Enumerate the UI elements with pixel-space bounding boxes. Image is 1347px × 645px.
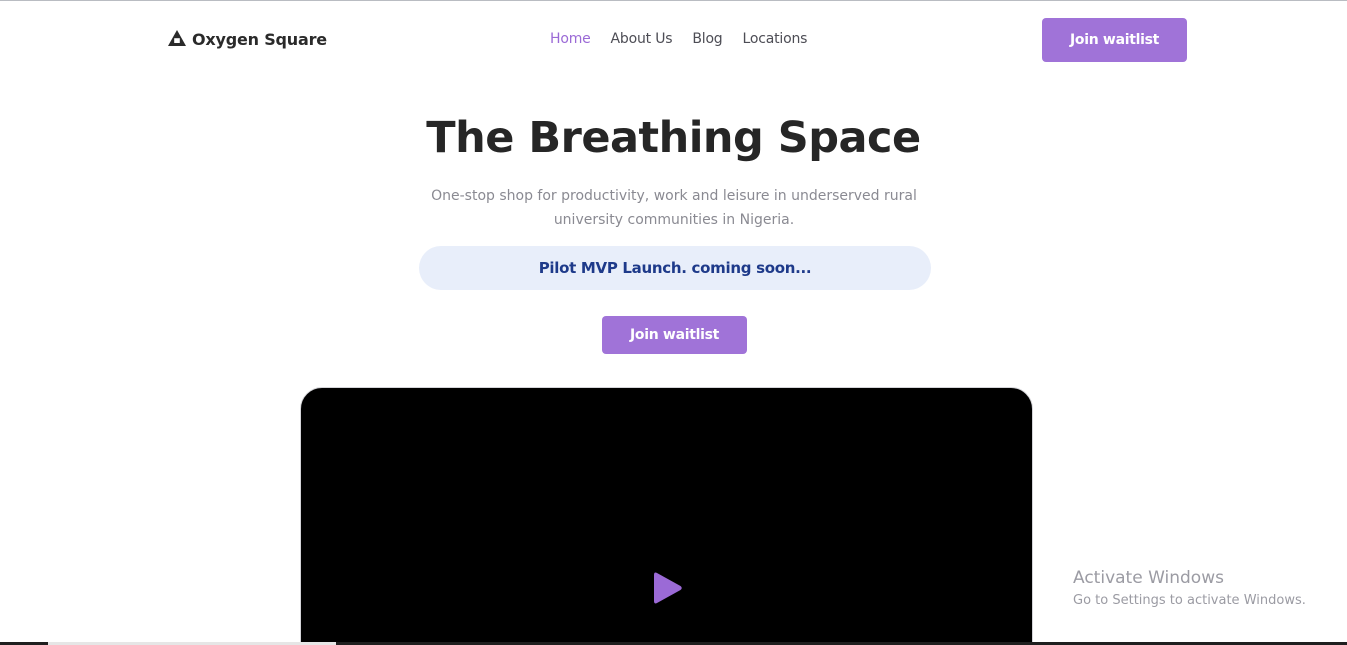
brand-logo[interactable]: Oxygen Square <box>167 29 327 49</box>
hero-title: The Breathing Space <box>426 113 921 163</box>
join-waitlist-hero-button[interactable]: Join waitlist <box>602 316 747 354</box>
windows-activation-watermark: Activate Windows Go to Settings to activ… <box>1073 567 1306 611</box>
nav-about-us[interactable]: About Us <box>611 31 673 47</box>
launch-banner: Pilot MVP Launch. coming soon... <box>419 246 931 290</box>
join-waitlist-nav-button[interactable]: Join waitlist <box>1042 18 1187 62</box>
watermark-title: Activate Windows <box>1073 568 1224 588</box>
watermark-subtitle: Go to Settings to activate Windows. <box>1073 593 1306 608</box>
brand-name: Oxygen Square <box>192 29 327 49</box>
hero-subtitle: One-stop shop for productivity, work and… <box>431 188 917 228</box>
nav-home[interactable]: Home <box>550 31 591 47</box>
brand-logo-icon <box>168 30 186 46</box>
nav-locations[interactable]: Locations <box>743 31 808 47</box>
main-nav: Home About Us Blog Locations <box>550 31 807 47</box>
nav-blog[interactable]: Blog <box>692 31 722 47</box>
page: Oxygen Square Home About Us Blog Locatio… <box>0 0 1347 645</box>
video-player[interactable] <box>300 387 1033 645</box>
launch-banner-text: Pilot MVP Launch. coming soon... <box>538 259 812 277</box>
play-icon[interactable] <box>653 571 683 605</box>
